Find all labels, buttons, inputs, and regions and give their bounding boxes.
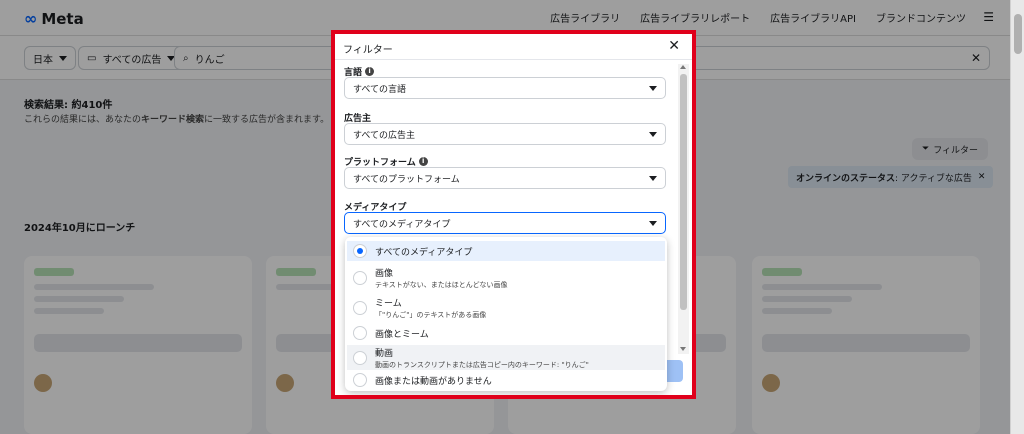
media-option-video[interactable]: 動画 動画のトランスクリプトまたは広告コピー内のキーワード: "りんご" [347, 345, 665, 370]
media-type-select-value: すべてのメディアタイプ [353, 219, 451, 230]
page-scrollbar-thumb[interactable] [1014, 14, 1022, 54]
info-icon[interactable]: i [365, 67, 375, 76]
language-select-value: すべての言語 [353, 84, 407, 95]
media-option-image-and-meme[interactable]: 画像とミーム [347, 323, 665, 343]
radio-icon [353, 270, 367, 285]
close-icon[interactable]: ✕ [668, 38, 680, 54]
chevron-down-icon [649, 131, 657, 137]
media-type-select[interactable]: すべてのメディアタイプ [344, 212, 666, 234]
platform-select[interactable]: すべてのプラットフォーム [344, 167, 666, 189]
language-select[interactable]: すべての言語 [344, 77, 666, 99]
media-option-image[interactable]: 画像 テキストがない、またはほとんどない画像 [347, 265, 665, 290]
advertiser-select-value: すべての広告主 [353, 130, 416, 141]
media-option-none[interactable]: 画像または動画がありません [347, 371, 665, 389]
scroll-up-icon[interactable] [680, 65, 686, 69]
radio-icon [353, 300, 367, 315]
modal-title: フィルター [343, 45, 393, 56]
scroll-down-icon[interactable] [680, 347, 686, 351]
chevron-down-icon [649, 85, 657, 91]
page-scrollbar[interactable] [1010, 0, 1024, 434]
radio-icon [353, 350, 367, 365]
radio-icon [353, 326, 367, 340]
media-option-meme[interactable]: ミーム 「"りんご"」のテキストがある画像 [347, 295, 665, 320]
modal-scrollbar[interactable] [678, 64, 689, 354]
media-option-all[interactable]: すべてのメディアタイプ [347, 241, 665, 261]
modal-scrollbar-thumb[interactable] [680, 74, 687, 310]
platform-select-value: すべてのプラットフォーム [353, 174, 460, 185]
chevron-down-icon [649, 220, 657, 226]
filter-modal: フィルター ✕ 言語 i すべての言語 広告主 すべての広告主 プラットフォーム… [335, 34, 692, 395]
radio-icon [353, 373, 367, 387]
advertiser-select[interactable]: すべての広告主 [344, 123, 666, 145]
info-icon[interactable]: i [418, 157, 428, 166]
radio-selected-icon [353, 244, 367, 258]
modal-header: フィルター ✕ [335, 34, 692, 60]
media-type-dropdown: すべてのメディアタイプ 画像 テキストがない、またはほとんどない画像 ミーム 「… [345, 237, 667, 391]
chevron-down-icon [649, 175, 657, 181]
